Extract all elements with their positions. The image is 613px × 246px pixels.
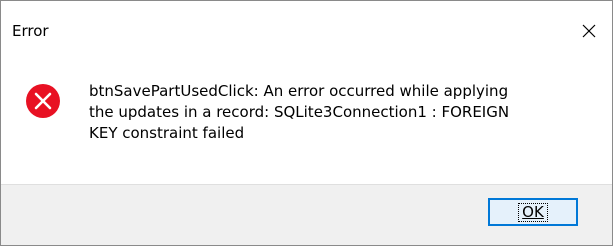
window-title: Error (12, 22, 49, 40)
button-bar: OK (1, 184, 612, 245)
close-icon (582, 24, 596, 38)
message-area: btnSavePartUsedClick: An error occurred … (1, 61, 612, 171)
error-message: btnSavePartUsedClick: An error occurred … (89, 82, 510, 142)
ok-button[interactable]: OK (488, 198, 578, 226)
error-dialog: Error btnSavePartUsedClick: An error occ… (0, 0, 613, 246)
error-icon (26, 84, 60, 118)
ok-button-label: OK (518, 202, 548, 222)
title-bar: Error (1, 1, 612, 61)
close-button[interactable] (566, 1, 612, 61)
